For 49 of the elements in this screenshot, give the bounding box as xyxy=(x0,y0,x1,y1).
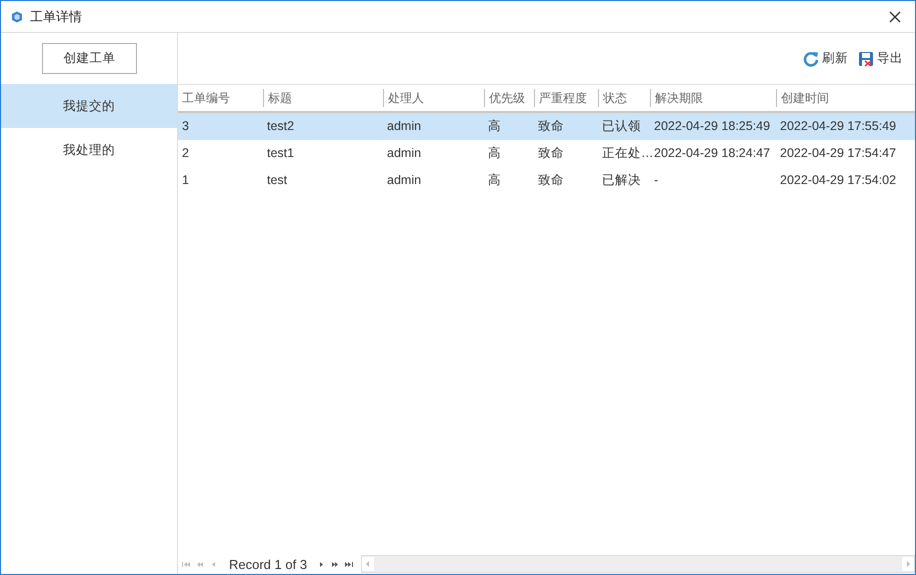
table-cell-text: test xyxy=(266,172,288,189)
table-cell-text: 致命 xyxy=(537,118,565,135)
column-header[interactable]: 优先级 xyxy=(484,89,534,107)
table-cell-text: admin xyxy=(386,118,422,135)
table-cell-text: test2 xyxy=(266,118,296,135)
table-cell-text: 致命 xyxy=(537,172,565,189)
record-counter: Record 1 of 3 xyxy=(229,556,308,572)
table-row[interactable]: 1 test admin 高 致命 已解决 - 2022-04-29 17:54:02 xyxy=(178,167,915,194)
horizontal-scrollbar[interactable] xyxy=(361,555,915,573)
window-title: 工单详情 xyxy=(30,8,83,26)
column-header[interactable]: 状态 xyxy=(598,89,650,107)
column-header[interactable]: 解决期限 xyxy=(650,89,776,107)
table-cell-text: 高 xyxy=(487,118,502,135)
column-header[interactable]: 处理人 xyxy=(383,89,484,107)
table-cell-text: 2022-04-29 17:54:02 xyxy=(779,172,898,189)
table-row[interactable]: 2 test1 admin 高 致命 正在处…2022-04-29 18:24:47 2022-04-29 17:54:47 xyxy=(178,140,915,167)
table-cell-text: 2022-04-29 17:54:47 xyxy=(779,145,898,162)
cube-icon xyxy=(11,10,23,22)
column-header[interactable]: 严重程度 xyxy=(534,89,598,107)
table-cell-text: 3 xyxy=(181,118,190,135)
table-cell-text: 正在处… xyxy=(601,145,650,162)
table-cell-text: 1 xyxy=(181,172,190,189)
table-cell-text: 2 xyxy=(181,145,190,162)
close-icon[interactable] xyxy=(889,10,901,22)
column-header[interactable]: 标题 xyxy=(263,89,383,107)
scroll-left-icon xyxy=(362,557,374,571)
sidebar-item[interactable]: 我处理的 xyxy=(1,128,177,172)
table-row[interactable]: 3 test2 admin 高 致命 已认领 2022-04-29 18:25:49 2022-04-29 17:55:49 xyxy=(178,113,915,140)
refresh-icon xyxy=(803,50,819,66)
table-cell-text: 已解决 xyxy=(601,172,642,189)
table-cell-text: 2022-04-29 18:25:49 xyxy=(653,118,772,135)
table-cell-text: test1 xyxy=(266,145,296,162)
refresh-button[interactable]: 刷新 xyxy=(803,50,848,67)
table-cell-text: 2022-04-29 18:24:47 xyxy=(653,145,772,162)
table-cell-text: 致命 xyxy=(537,145,565,162)
table-cell-text: admin xyxy=(386,172,422,189)
sidebar-item[interactable]: 我提交的 xyxy=(1,84,177,128)
table-cell-text: 已认领 xyxy=(601,118,642,135)
export-button[interactable]: 导出 xyxy=(858,50,903,67)
table-cell-text: admin xyxy=(386,145,422,162)
table-cell-text: 高 xyxy=(487,172,502,189)
table-cell-text: 高 xyxy=(487,145,502,162)
column-header[interactable]: 创建时间 xyxy=(776,89,915,107)
create-ticket-button[interactable]: 创建工单 xyxy=(42,43,137,74)
save-icon xyxy=(858,50,874,66)
last-page-icon[interactable] xyxy=(345,560,356,568)
table-cell-text: 2022-04-29 17:55:49 xyxy=(779,118,898,135)
column-header[interactable]: 工单编号 xyxy=(178,85,263,111)
table-cell-text: - xyxy=(653,172,660,189)
